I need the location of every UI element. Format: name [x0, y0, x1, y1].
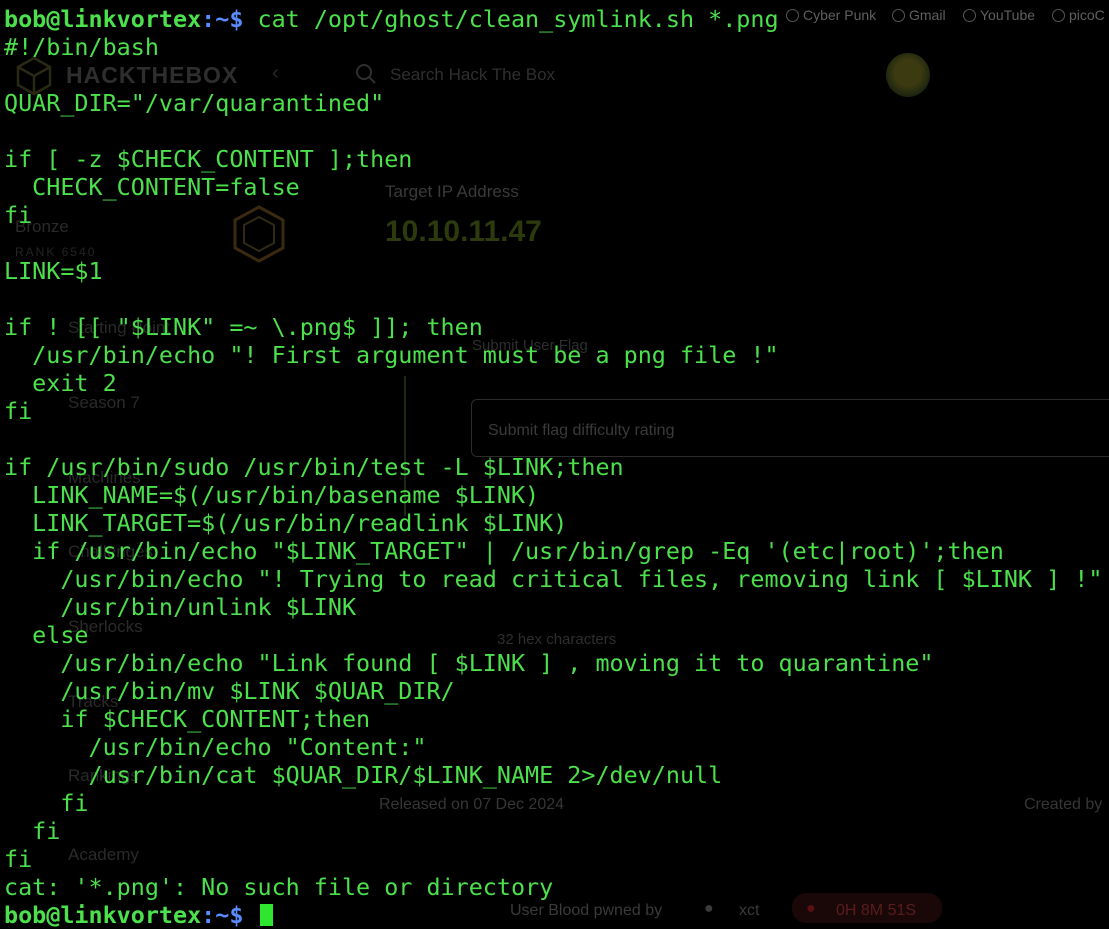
terminal-output-line: /usr/bin/echo "Link found [ $LINK ] , mo…	[4, 649, 934, 677]
prompt-path: :~$	[201, 5, 244, 33]
terminal-output-line: if [ -z $CHECK_CONTENT ];then	[4, 145, 413, 173]
terminal-output-line: fi	[4, 397, 33, 425]
terminal-output-line: fi	[4, 817, 61, 845]
terminal-output: #!/bin/bash QUAR_DIR="/var/quarantined"if…	[4, 33, 1102, 901]
terminal-output-line: if /usr/bin/echo "$LINK_TARGET" | /usr/b…	[4, 537, 1004, 565]
terminal-output-line: /usr/bin/echo "! First argument must be …	[4, 341, 779, 369]
terminal-output-line: #!/bin/bash	[4, 33, 159, 61]
terminal-output-line: QUAR_DIR="/var/quarantined"	[4, 89, 385, 117]
terminal-output-line: LINK=$1	[4, 257, 103, 285]
terminal-output-line: /usr/bin/echo "! Trying to read critical…	[4, 565, 1103, 593]
terminal-output-line: else	[4, 621, 89, 649]
prompt-path: :~$	[201, 901, 244, 929]
terminal-output-line: LINK_NAME=$(/usr/bin/basename $LINK)	[4, 481, 540, 509]
terminal-output-line: exit 2	[4, 369, 117, 397]
terminal-output-line: /usr/bin/cat $QUAR_DIR/$LINK_NAME 2>/dev…	[4, 761, 723, 789]
terminal-output-line: if $CHECK_CONTENT;then	[4, 705, 371, 733]
command-text: cat /opt/ghost/clean_symlink.sh *.png	[243, 5, 779, 33]
prompt-user: bob@linkvortex	[4, 5, 202, 33]
command-line: bob@linkvortex:~$ cat /opt/ghost/clean_s…	[4, 5, 1102, 33]
final-prompt-line[interactable]: bob@linkvortex:~$	[4, 901, 1102, 929]
terminal[interactable]: bob@linkvortex:~$ cat /opt/ghost/clean_s…	[4, 5, 1102, 929]
terminal-output-line: cat: '*.png': No such file or directory	[4, 873, 554, 901]
terminal-output-line: CHECK_CONTENT=false	[4, 173, 300, 201]
terminal-output-line: /usr/bin/mv $LINK $QUAR_DIR/	[4, 677, 455, 705]
terminal-output-line: if ! [[ "$LINK" =~ \.png$ ]]; then	[4, 313, 483, 341]
terminal-output-line: fi	[4, 789, 89, 817]
terminal-output-line: fi	[4, 845, 33, 873]
terminal-output-line: fi	[4, 201, 33, 229]
prompt-user: bob@linkvortex	[4, 901, 202, 929]
terminal-output-line: /usr/bin/echo "Content:"	[4, 733, 427, 761]
terminal-output-line: if /usr/bin/sudo /usr/bin/test -L $LINK;…	[4, 453, 624, 481]
terminal-output-line: LINK_TARGET=$(/usr/bin/readlink $LINK)	[4, 509, 568, 537]
terminal-output-line: /usr/bin/unlink $LINK	[4, 593, 357, 621]
